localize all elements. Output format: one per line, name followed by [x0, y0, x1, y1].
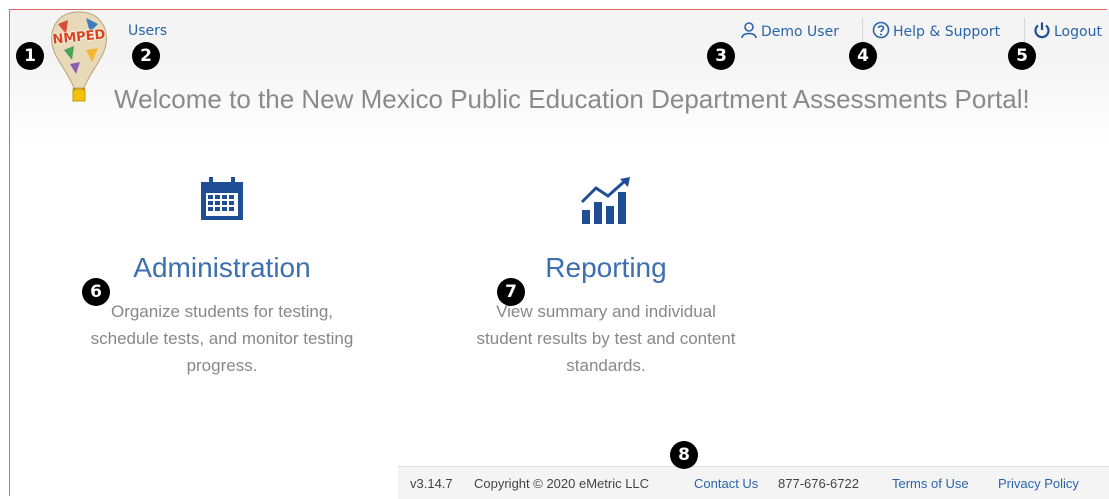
- description-line: student results by test and content: [476, 329, 736, 348]
- callout-badge: 5: [1008, 42, 1036, 70]
- user-menu-link[interactable]: Demo User: [740, 21, 839, 40]
- copyright-text: Copyright © 2020 eMetric LLC: [474, 476, 650, 491]
- users-link[interactable]: Users: [128, 23, 167, 39]
- help-support-label: Help & Support: [893, 24, 1001, 40]
- callout-badge: 3: [707, 42, 735, 70]
- reporting-description: View summary and individual student resu…: [436, 298, 776, 379]
- power-icon: [1034, 22, 1050, 39]
- version-label: v3.14.7: [410, 476, 453, 491]
- terms-of-use-link[interactable]: Terms of Use: [892, 476, 969, 491]
- privacy-policy-link[interactable]: Privacy Policy: [998, 476, 1079, 491]
- reporting-tile[interactable]: Reporting View summary and individual st…: [436, 176, 776, 379]
- user-icon: [741, 22, 757, 39]
- administration-tile[interactable]: Administration Organize students for tes…: [52, 176, 392, 379]
- nmped-logo[interactable]: NMPED: [46, 10, 112, 106]
- user-name-label: Demo User: [761, 24, 839, 40]
- callout-badge: 7: [497, 278, 525, 306]
- help-support-link[interactable]: Help & Support: [872, 21, 1000, 40]
- welcome-heading: Welcome to the New Mexico Public Educati…: [114, 84, 1030, 114]
- reporting-title[interactable]: Reporting: [436, 252, 776, 284]
- callout-badge: 2: [132, 42, 160, 70]
- calendar-icon: [201, 177, 243, 220]
- balloon-logo-icon: [51, 11, 107, 102]
- description-line: standards.: [566, 356, 646, 375]
- callout-badge: 1: [16, 42, 44, 70]
- footer-bar: v3.14.7 Copyright © 2020 eMetric LLC Con…: [398, 466, 1109, 499]
- callout-badge: 8: [670, 441, 698, 469]
- phone-number: 877-676-6722: [778, 476, 859, 491]
- description-line: progress.: [186, 356, 258, 375]
- bar-chart-icon: [580, 177, 630, 224]
- description-line: schedule tests, and monitor testing: [90, 329, 354, 348]
- administration-description: Organize students for testing, schedule …: [52, 298, 392, 379]
- callout-badge: 4: [849, 42, 877, 70]
- description-line: View summary and individual: [496, 302, 716, 321]
- logout-label: Logout: [1054, 24, 1102, 40]
- logout-link[interactable]: Logout: [1033, 21, 1102, 40]
- callout-badge: 6: [82, 278, 110, 306]
- contact-us-link[interactable]: Contact Us: [694, 476, 758, 491]
- question-circle-icon: [872, 21, 890, 39]
